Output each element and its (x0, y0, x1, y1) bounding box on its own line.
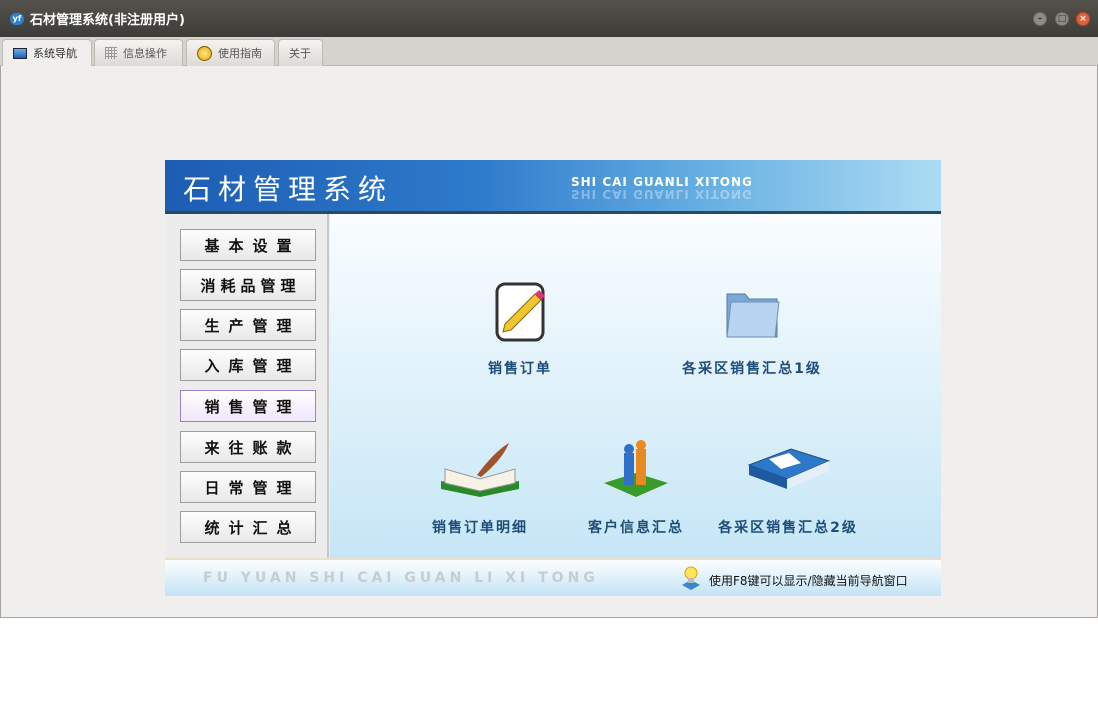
panel-header: 石材管理系统 SHI CAI GUANLI XITONG SHI CAI GUA… (165, 160, 941, 214)
tab-label: 关于 (289, 47, 311, 60)
sidebar-item-warehousing[interactable]: 入库管理 (180, 349, 316, 381)
maximize-button[interactable]: □ (1055, 12, 1069, 26)
monitor-icon (13, 47, 27, 59)
main-area: 销售订单 各采区销售汇总1级 销售订单明细 客户信息汇总 各采区销售汇总2级 (330, 214, 941, 558)
folder-icon (726, 293, 780, 338)
sidebar: 基本设置 消耗品管理 生产管理 入库管理 销售管理 来往账款 日常管理 统计汇总 (165, 214, 329, 558)
header-subtitle-reflection: SHI CAI GUANLI XITONG (571, 187, 753, 201)
footer-brand: FU YUAN SHI CAI GUAN LI XI TONG (203, 570, 599, 586)
tab-label: 信息操作 (123, 47, 167, 60)
customers-icon (604, 440, 668, 497)
footer-hint: 使用F8键可以显示/隐藏当前导航窗口 (709, 574, 908, 588)
district-sales-summary-1-item[interactable]: 各采区销售汇总1级 (652, 280, 852, 378)
window-title: 石材管理系统(非注册用户) (30, 13, 185, 28)
books-icon (747, 448, 831, 489)
item-label: 各采区销售汇总1级 (682, 361, 822, 377)
item-label: 各采区销售汇总2级 (718, 520, 858, 536)
item-label: 销售订单 (488, 361, 552, 377)
title-bar: yf 石材管理系统(非注册用户) – □ × (0, 0, 1098, 37)
sidebar-item-consumables[interactable]: 消耗品管理 (180, 269, 316, 301)
sidebar-item-statistics[interactable]: 统计汇总 (180, 511, 316, 543)
panel-footer: FU YUAN SHI CAI GUAN LI XI TONG 使用F8键可以显… (165, 558, 941, 596)
sidebar-item-production[interactable]: 生产管理 (180, 309, 316, 341)
lightbulb-icon (682, 566, 700, 590)
tab-label: 使用指南 (218, 47, 262, 60)
sidebar-item-accounts[interactable]: 来往账款 (180, 431, 316, 463)
grid-icon (105, 47, 117, 59)
close-button[interactable]: × (1076, 12, 1090, 26)
minimize-button[interactable]: – (1033, 12, 1047, 26)
tab-bar: 系统导航 信息操作 使用指南 关于 (0, 37, 1098, 66)
book-quill-icon (441, 443, 519, 497)
header-title: 石材管理系统 (183, 173, 394, 206)
sidebar-item-basic-settings[interactable]: 基本设置 (180, 229, 316, 261)
tab-about[interactable]: 关于 (278, 39, 323, 66)
edit-document-icon (495, 282, 545, 342)
app-logo-icon: yf (10, 12, 24, 25)
sidebar-item-sales[interactable]: 销售管理 (180, 390, 316, 422)
tab-info-operations[interactable]: 信息操作 (94, 39, 183, 66)
navigation-panel: 石材管理系统 SHI CAI GUANLI XITONG SHI CAI GUA… (165, 160, 941, 596)
tab-label: 系统导航 (33, 47, 77, 60)
tab-system-navigation[interactable]: 系统导航 (2, 39, 92, 66)
help-icon (197, 45, 212, 61)
sidebar-item-daily[interactable]: 日常管理 (180, 471, 316, 503)
tab-user-guide[interactable]: 使用指南 (186, 39, 275, 66)
district-sales-summary-2-item[interactable]: 各采区销售汇总2级 (688, 439, 888, 537)
sales-order-item[interactable]: 销售订单 (420, 280, 620, 378)
